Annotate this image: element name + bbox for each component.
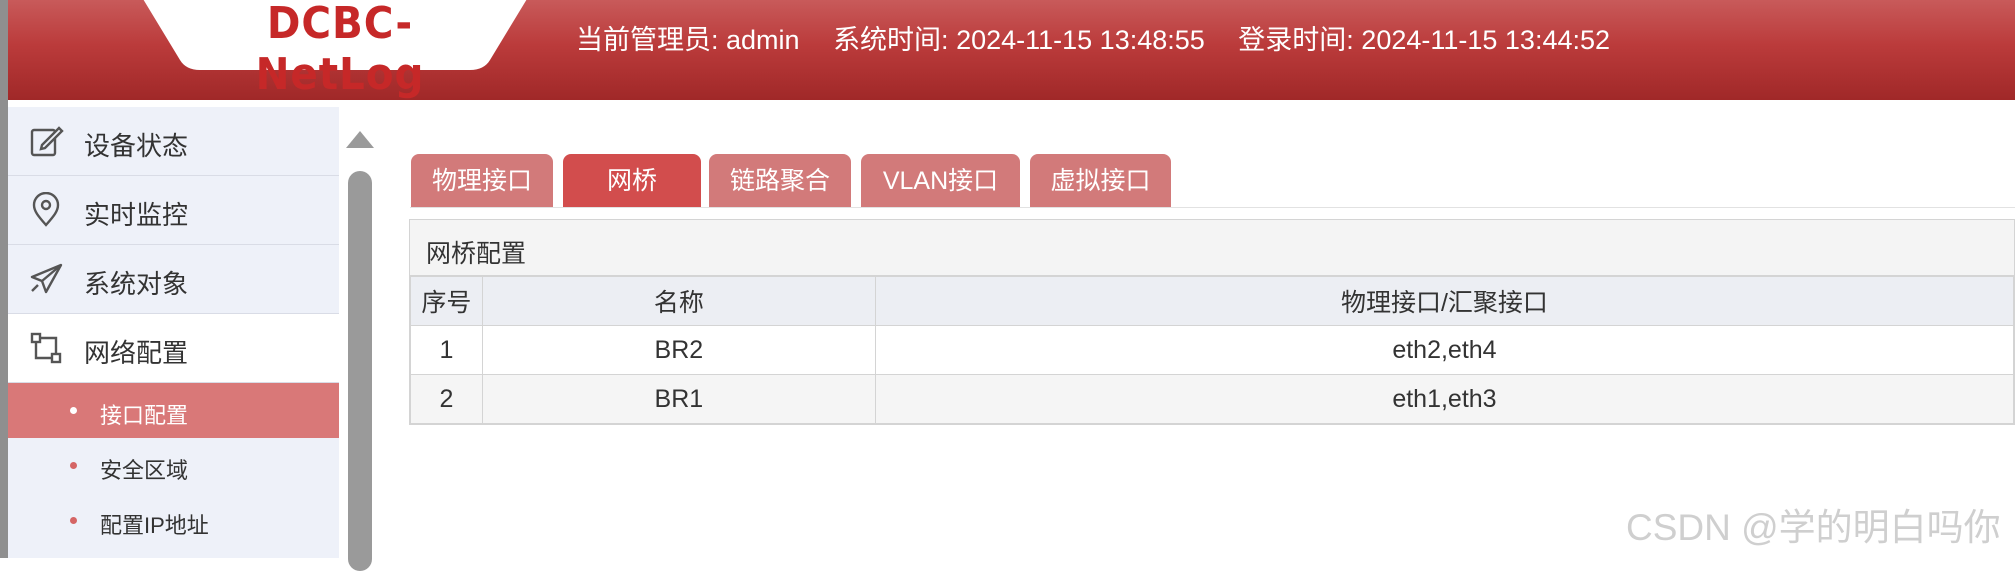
sidebar-item-label: 实时监控: [84, 200, 189, 230]
edit-icon: [28, 123, 64, 159]
sidebar-subitem-interface-config[interactable]: 接口配置: [8, 383, 339, 438]
panel-title: 网桥配置: [426, 240, 527, 268]
watermark: CSDN @学的明白吗你: [1626, 507, 2001, 548]
cell-index: 2: [410, 374, 483, 424]
scroll-thumb[interactable]: [348, 171, 372, 571]
sidebar-subitem-security-zone[interactable]: 安全区域: [8, 438, 339, 493]
sidebar-subitem-label: 配置IP地址: [100, 513, 209, 538]
table-row[interactable]: 2 BR1 eth1,eth3: [410, 374, 2015, 424]
tab-divider: [410, 207, 2015, 208]
window-left-edge: [0, 0, 8, 558]
sidebar-item-system-objects[interactable]: 系统对象: [8, 245, 339, 314]
cell-index: 1: [410, 325, 483, 375]
tab-physical-interface[interactable]: 物理接口: [411, 154, 553, 208]
cell-name: BR2: [481, 325, 876, 375]
panel-header: 网桥配置: [410, 220, 2014, 276]
column-header-index: 序号: [410, 276, 483, 326]
bridge-table: 序号 名称 物理接口/汇聚接口 1 BR2 eth2,eth4 2 BR1 et…: [410, 276, 2015, 424]
bullet-dot-icon: [70, 407, 77, 414]
tab-bridge[interactable]: 网桥: [563, 154, 701, 208]
tab-vlan-interface[interactable]: VLAN接口: [861, 154, 1020, 208]
tab-virtual-interface[interactable]: 虚拟接口: [1030, 154, 1171, 208]
column-header-name: 名称: [481, 276, 876, 326]
sidebar-subitem-label: 接口配置: [100, 403, 189, 428]
paper-plane-icon: [28, 261, 64, 297]
sidebar-item-label: 设备状态: [84, 131, 189, 161]
sidebar-item-label: 网络配置: [84, 338, 189, 368]
sidebar-subitem-ip-config[interactable]: 配置IP地址: [8, 493, 339, 548]
table-header-row: 序号 名称 物理接口/汇聚接口: [410, 276, 2015, 326]
cell-name: BR1: [481, 374, 876, 424]
sidebar: 设备状态 实时监控 系统对象 网络配置 接口配置 安全区域 配置IP地址: [8, 107, 339, 558]
scroll-up-arrow-icon[interactable]: [346, 131, 374, 148]
cell-interfaces: eth2,eth4: [874, 325, 2015, 375]
top-header: DCBC-NetLog 当前管理员: admin 系统时间: 2024-11-1…: [8, 0, 2015, 100]
current-admin: 当前管理员: admin: [576, 25, 800, 55]
location-pin-icon: [28, 191, 64, 228]
bullet-dot-icon: [70, 517, 77, 524]
system-time: 系统时间: 2024-11-15 13:48:55: [833, 25, 1205, 55]
sidebar-subitem-label: 安全区域: [100, 458, 189, 483]
bridge-config-panel: 网桥配置 序号 名称 物理接口/汇聚接口 1 BR2 eth2,eth4 2 B…: [409, 219, 2015, 425]
bullet-dot-icon: [70, 462, 77, 469]
cell-interfaces: eth1,eth3: [874, 374, 2015, 424]
tab-link-aggregation[interactable]: 链路聚合: [709, 154, 851, 208]
logo-text: DCBC-NetLog: [255, 0, 425, 100]
network-connector-icon: [28, 330, 64, 366]
sidebar-item-realtime-monitor[interactable]: 实时监控: [8, 176, 339, 245]
header-info: 当前管理员: admin 系统时间: 2024-11-15 13:48:55 登…: [576, 18, 1636, 57]
sidebar-item-network-config[interactable]: 网络配置: [8, 314, 339, 383]
login-time: 登录时间: 2024-11-15 13:44:52: [1238, 25, 1611, 55]
sidebar-scrollbar[interactable]: [339, 107, 381, 571]
table-row[interactable]: 1 BR2 eth2,eth4: [410, 325, 2015, 375]
column-header-interfaces: 物理接口/汇聚接口: [874, 276, 2015, 326]
logo: DCBC-NetLog: [140, 0, 530, 100]
sidebar-item-label: 系统对象: [84, 269, 189, 299]
sidebar-item-device-status[interactable]: 设备状态: [8, 107, 339, 176]
